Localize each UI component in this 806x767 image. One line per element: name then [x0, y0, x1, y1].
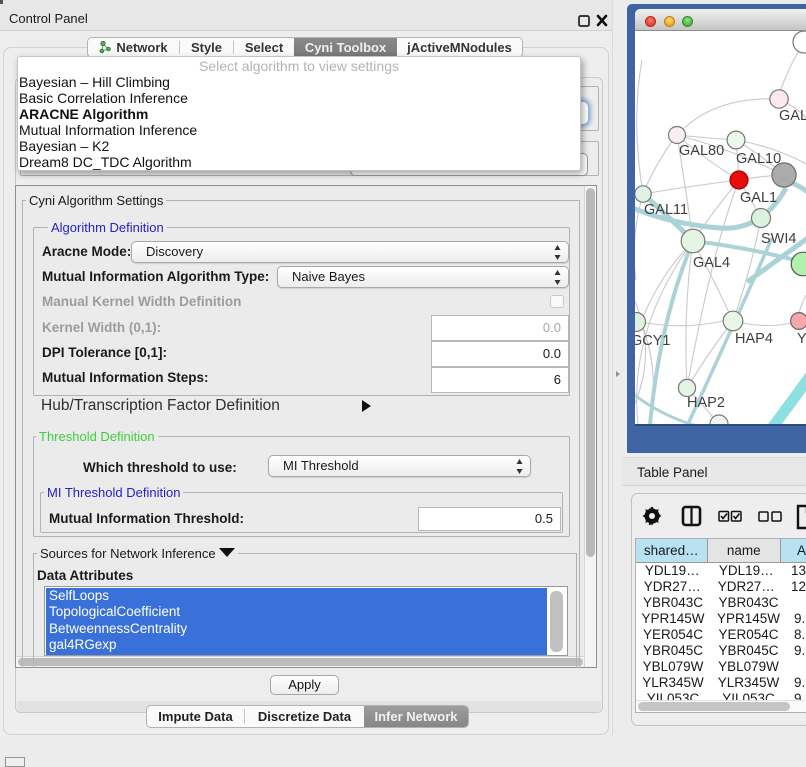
svg-text:HAP4: HAP4 [735, 331, 773, 347]
svg-text:GAL10: GAL10 [736, 151, 781, 167]
svg-text:GAL11: GAL11 [644, 202, 688, 218]
svg-text:GAL80: GAL80 [679, 143, 724, 159]
svg-text:Y: Y [797, 331, 806, 347]
svg-text:GCY1: GCY1 [635, 333, 671, 349]
svg-text:GAL: GAL [779, 108, 806, 124]
svg-text:SWI4: SWI4 [761, 231, 796, 247]
svg-text:HAP2: HAP2 [687, 395, 725, 411]
svg-text:GAL4: GAL4 [693, 255, 730, 271]
svg-text:GAL1: GAL1 [740, 190, 777, 206]
